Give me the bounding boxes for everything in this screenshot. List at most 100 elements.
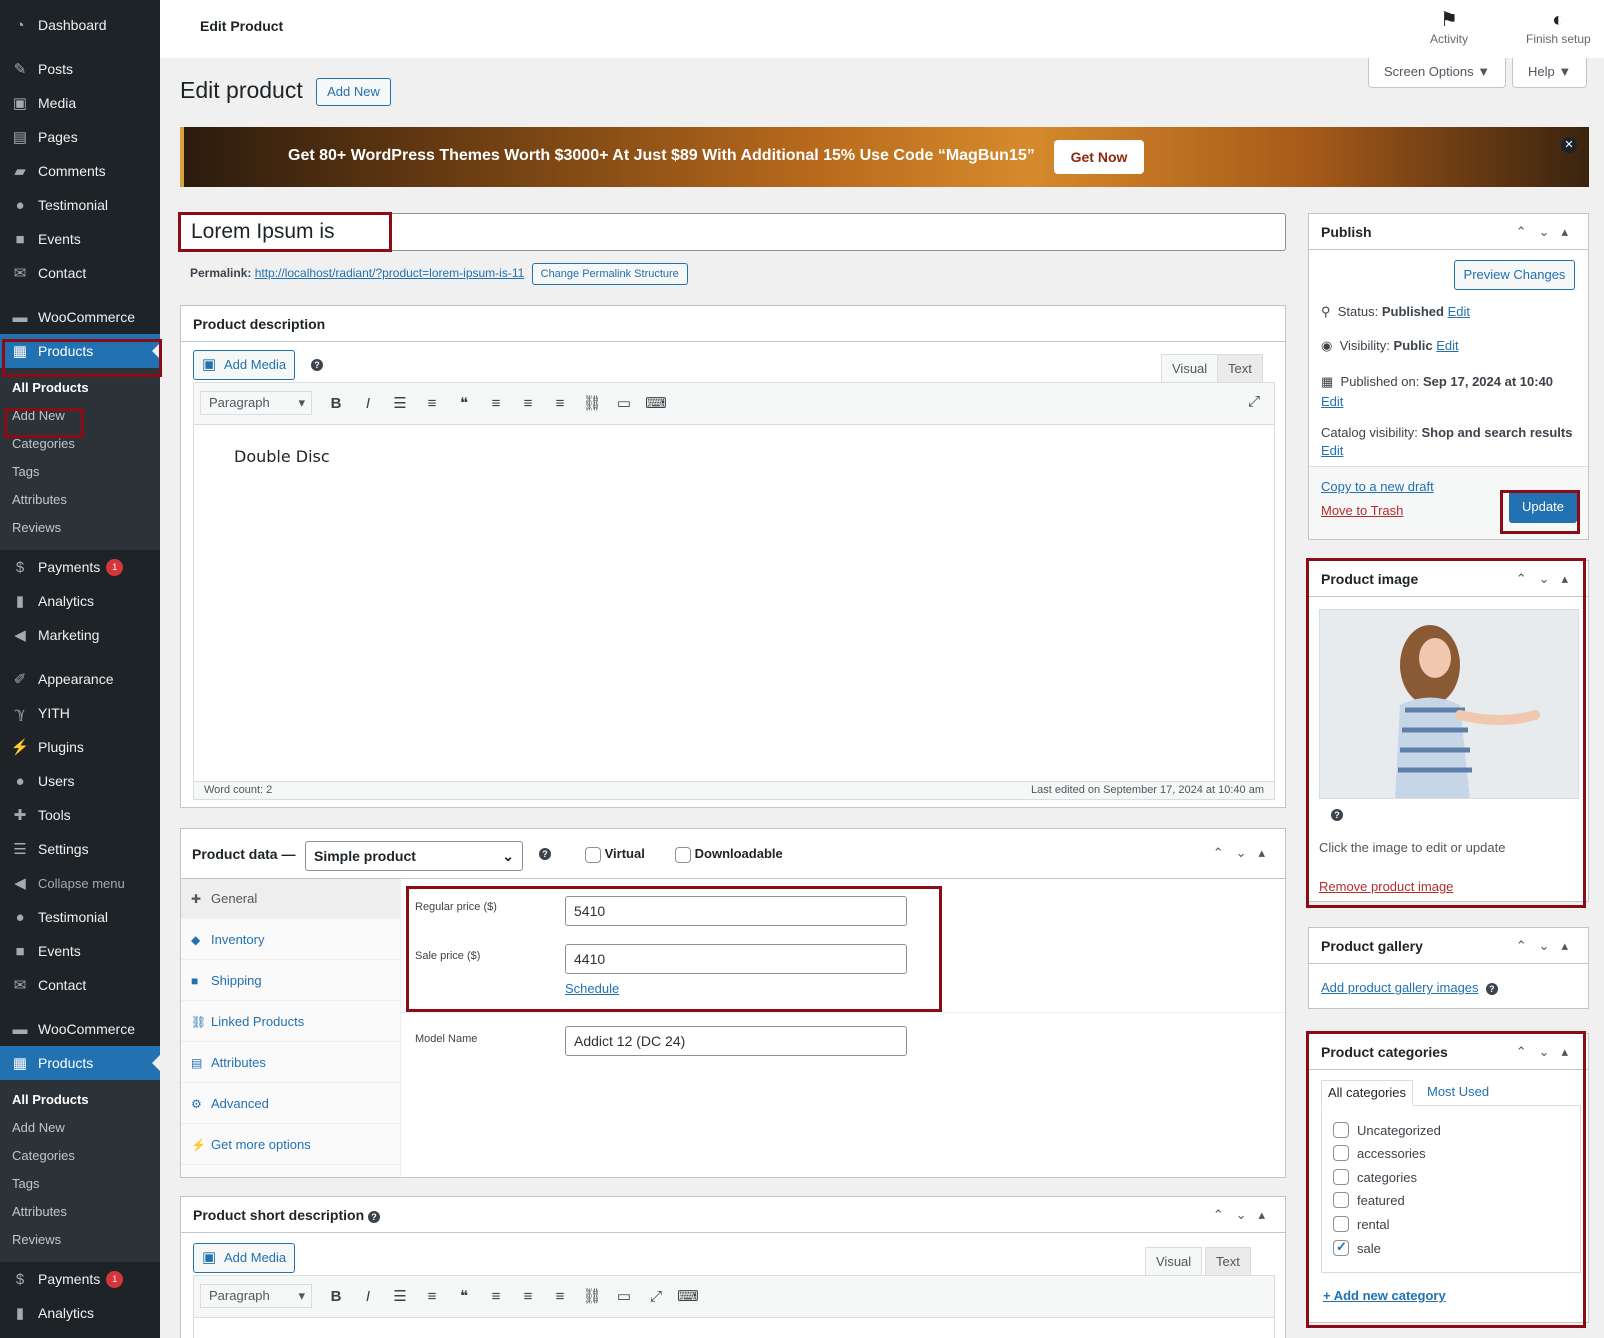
editor-content[interactable]: Double Disc [234,447,330,466]
menu-payments[interactable]: $ Payments 1 [0,550,160,584]
align-center-icon[interactable]: ≡ [512,395,544,412]
category-sale[interactable]: sale [1333,1239,1381,1256]
numbered-list-icon[interactable]: ≡ [416,395,448,412]
edit-date-link[interactable]: Edit [1321,394,1343,409]
short-tab-visual[interactable]: Visual [1145,1247,1203,1275]
category-checkbox[interactable] [1333,1122,1349,1138]
submenu-categories-2[interactable]: Categories [0,1142,160,1170]
submenu-reviews-2[interactable]: Reviews [0,1226,160,1254]
remove-image-link[interactable]: Remove product image [1319,879,1453,894]
box-controls-icon[interactable]: ⌃⌄▴ [1516,561,1580,597]
menu-products[interactable]: ▦ Products [0,334,160,368]
tab-general[interactable]: ✚ General [181,879,400,919]
get-now-button[interactable]: Get Now [1054,140,1144,174]
help-icon[interactable]: ? [1331,809,1343,821]
quote-icon[interactable]: ❝ [448,394,480,412]
add-new-button[interactable]: Add New [316,78,391,106]
read-more-icon[interactable]: ▭ [608,1287,640,1305]
tab-all-categories[interactable]: All categories [1321,1080,1414,1106]
tab-linked-products[interactable]: ⛓ Linked Products [181,1002,400,1042]
menu-analytics[interactable]: ▮ Analytics [0,584,160,618]
product-title-input[interactable]: Lorem Ipsum is [180,213,1286,251]
link-icon[interactable]: ⛓ [576,1287,608,1305]
tab-most-used[interactable]: Most Used [1421,1080,1495,1106]
tab-advanced[interactable]: ⚙ Advanced [181,1084,400,1124]
align-left-icon[interactable]: ≡ [480,1288,512,1305]
move-to-trash-link[interactable]: Move to Trash [1321,503,1403,518]
add-new-category-link[interactable]: + Add new category [1323,1288,1446,1303]
box-controls-icon[interactable]: ⌃⌄▴ [1516,1034,1580,1070]
category-checkbox[interactable] [1333,1145,1349,1161]
help-icon[interactable]: ? [539,848,551,860]
link-icon[interactable]: ⛓ [576,394,608,412]
box-controls-icon[interactable]: ⌃⌄▴ [1516,928,1580,964]
menu-woocommerce[interactable]: ▬ WooCommerce [0,300,160,334]
menu-analytics-2[interactable]: ▮ Analytics [0,1296,160,1330]
category-checkbox[interactable] [1333,1216,1349,1232]
tab-text[interactable]: Text [1217,354,1263,382]
category-uncategorized[interactable]: Uncategorized [1333,1122,1441,1138]
edit-catalog-link[interactable]: Edit [1321,443,1343,458]
menu-contact-2[interactable]: ✉ Contact [0,968,160,1002]
keyboard-icon[interactable]: ⌨ [672,1287,704,1305]
change-permalink-button[interactable]: Change Permalink Structure [531,263,688,285]
menu-contact[interactable]: ✉ Contact [0,256,160,290]
edit-status-link[interactable]: Edit [1448,304,1470,319]
menu-pages[interactable]: ▤ Pages [0,120,160,154]
read-more-icon[interactable]: ▭ [608,394,640,412]
italic-icon[interactable]: I [352,1288,384,1305]
menu-testimonial[interactable]: ● Testimonial [0,188,160,222]
screen-options-button[interactable]: Screen Options ▼ [1368,58,1507,88]
sale-price-input[interactable]: 4410 [565,944,907,974]
menu-users[interactable]: ● Users [0,764,160,798]
product-image-thumbnail[interactable] [1319,609,1579,799]
numbered-list-icon[interactable]: ≡ [416,1288,448,1305]
menu-events[interactable]: ■ Events [0,222,160,256]
menu-yith[interactable]: ℽ YITH [0,696,160,730]
submenu-all-products-2[interactable]: All Products [0,1086,160,1114]
help-button[interactable]: Help ▼ [1512,58,1588,88]
submenu-categories[interactable]: Categories [0,430,160,458]
menu-tools[interactable]: ✚ Tools [0,798,160,832]
help-icon[interactable]: ? [1485,983,1498,995]
submenu-add-new[interactable]: Add New [0,402,160,430]
submenu-attributes-2[interactable]: Attributes [0,1198,160,1226]
menu-dashboard[interactable]: ◔ Dashboard [0,8,160,42]
menu-events-2[interactable]: ■ Events [0,934,160,968]
menu-appearance[interactable]: ✐ Appearance [0,662,160,696]
help-icon[interactable]: ? [311,359,323,371]
box-controls-icon[interactable]: ⌃⌄▴ [1213,845,1277,861]
menu-payments-2[interactable]: $ Payments 1 [0,1262,160,1296]
category-categories[interactable]: categories [1333,1169,1417,1185]
italic-icon[interactable]: I [352,395,384,412]
permalink-link[interactable]: http://localhost/radiant/?product=lorem-… [255,266,525,280]
menu-media[interactable]: ▣ Media [0,86,160,120]
activity-button[interactable]: ⚑ Activity [1430,8,1468,46]
tab-get-more-options[interactable]: ⚡ Get more options [181,1125,400,1165]
menu-products-2[interactable]: ▦ Products [0,1046,160,1080]
schedule-link[interactable]: Schedule [565,981,619,996]
box-controls-icon[interactable]: ⌃⌄▴ [1213,1197,1277,1233]
product-type-select[interactable]: Simple product ⌄ [305,841,523,871]
tab-shipping[interactable]: ■ Shipping [181,961,400,1001]
regular-price-input[interactable]: 5410 [565,896,907,926]
menu-comments[interactable]: ▰ Comments [0,154,160,188]
update-button[interactable]: Update [1509,491,1577,523]
menu-settings[interactable]: ☰ Settings [0,832,160,866]
bullet-list-icon[interactable]: ☰ [384,394,416,412]
copy-draft-link[interactable]: Copy to a new draft [1321,479,1434,494]
short-tab-text[interactable]: Text [1205,1247,1251,1275]
submenu-attributes[interactable]: Attributes [0,486,160,514]
align-center-icon[interactable]: ≡ [512,1288,544,1305]
submenu-tags-2[interactable]: Tags [0,1170,160,1198]
bold-icon[interactable]: B [320,1288,352,1305]
category-rental[interactable]: rental [1333,1216,1390,1232]
short-add-media-button[interactable]: ▣ Add Media [193,1243,296,1273]
format-select[interactable]: Paragraph [200,391,312,415]
menu-woocommerce-2[interactable]: ▬ WooCommerce [0,1012,160,1046]
menu-testimonial-2[interactable]: ● Testimonial [0,900,160,934]
downloadable-check[interactable] [675,846,691,863]
model-name-input[interactable]: Addict 12 (DC 24) [565,1026,907,1056]
submenu-reviews[interactable]: Reviews [0,514,160,542]
add-gallery-images-link[interactable]: Add product gallery images [1321,980,1479,995]
